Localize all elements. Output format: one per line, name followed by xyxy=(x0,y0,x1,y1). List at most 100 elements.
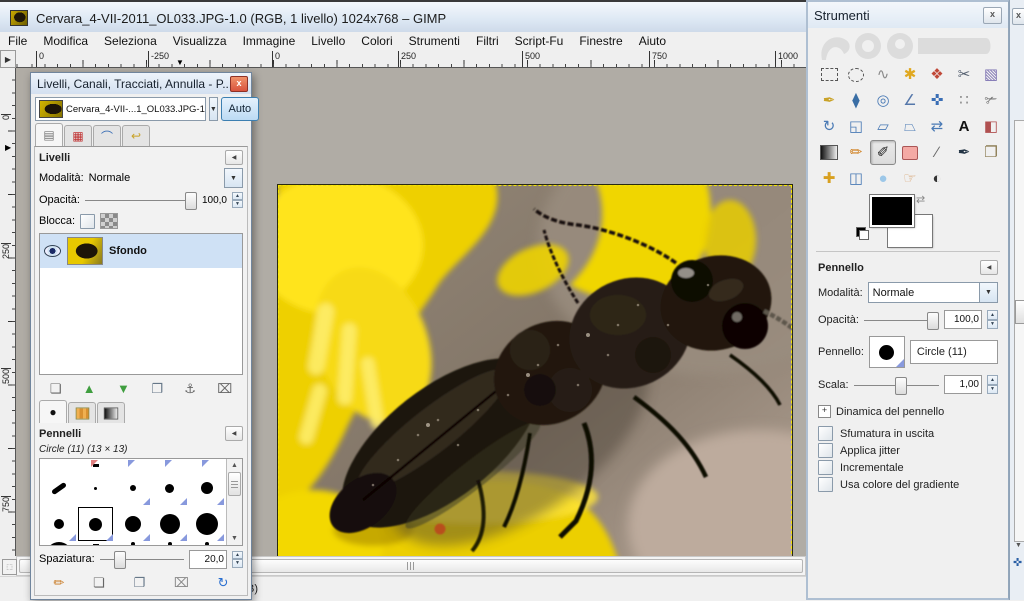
opacity-spinner[interactable]: ▲▼ xyxy=(987,310,998,329)
opacity-slider[interactable] xyxy=(85,192,197,208)
layer-row[interactable]: Sfondo xyxy=(40,234,242,268)
scroll-down-icon[interactable]: ▼ xyxy=(231,532,238,545)
tool-blur-sharpen[interactable]: ● xyxy=(870,166,896,191)
tool-dodge-burn[interactable]: ◐ xyxy=(924,166,950,191)
delete-brush-button[interactable]: ⌧ xyxy=(174,576,189,589)
tool-heal[interactable]: ✚ xyxy=(816,166,842,191)
tool-airbrush[interactable]: ∕ xyxy=(924,140,950,165)
mode-dropdown-icon[interactable]: ▼ xyxy=(224,168,243,188)
horizontal-ruler[interactable]: 0-25002505007501000▼ xyxy=(16,50,806,68)
tool-move[interactable]: ✜ xyxy=(924,88,950,113)
brush-grid-scrollbar[interactable]: ▲ ▼ xyxy=(226,459,242,545)
brush-dynamics-expander[interactable]: Dinamica del pennello xyxy=(836,406,944,418)
panel-menu-icon[interactable]: ◀ xyxy=(225,150,243,165)
menu-item-aiuto[interactable]: Aiuto xyxy=(631,33,674,49)
menu-item-visualizza[interactable]: Visualizza xyxy=(165,33,235,49)
brush-cell[interactable] xyxy=(188,506,225,542)
tool-smudge[interactable]: ☞ xyxy=(897,166,923,191)
tab-pennelli[interactable]: ● xyxy=(39,400,67,423)
swap-colors-icon[interactable]: ⇄ xyxy=(916,193,925,206)
close-icon[interactable]: x xyxy=(230,76,248,92)
duplicate-brush-button[interactable]: ❐ xyxy=(133,576,145,589)
checkbox[interactable] xyxy=(818,426,833,441)
spacing-spinner[interactable]: ▲▼ xyxy=(232,551,243,568)
tool-measure[interactable]: ∠ xyxy=(897,88,923,113)
tool-flip[interactable]: ⇄ xyxy=(924,114,950,139)
tool-ink[interactable]: ✒ xyxy=(951,140,977,165)
scale-slider[interactable] xyxy=(854,377,939,393)
tab-motivi[interactable] xyxy=(68,402,96,423)
opacity-spinner[interactable]: ▲▼ xyxy=(232,192,243,208)
brush-cell[interactable] xyxy=(77,542,114,546)
raise-layer-button[interactable]: ▲ xyxy=(83,382,96,395)
brush-cell[interactable] xyxy=(114,470,151,506)
tool-rotate[interactable]: ↻ xyxy=(816,114,842,139)
brush-cell[interactable] xyxy=(151,470,188,506)
checkbox[interactable] xyxy=(818,460,833,475)
menu-item-finestre[interactable]: Finestre xyxy=(571,33,630,49)
background-scrollbar-thumb[interactable] xyxy=(1015,300,1024,324)
scroll-up-icon[interactable]: ▲ xyxy=(231,459,238,472)
brush-cell[interactable] xyxy=(114,542,151,546)
opacity-value[interactable]: 100,0 xyxy=(944,310,982,329)
opacity-slider[interactable] xyxy=(864,312,939,328)
menu-item-filtri[interactable]: Filtri xyxy=(468,33,507,49)
checkbox[interactable] xyxy=(818,477,833,492)
menu-item-script-fu[interactable]: Script-Fu xyxy=(507,33,572,49)
toolbox-titlebar[interactable]: Strumenti x xyxy=(808,2,1008,28)
lock-checkbox[interactable] xyxy=(80,214,95,229)
brush-cell[interactable] xyxy=(114,459,151,470)
delete-layer-button[interactable]: ⌧ xyxy=(217,382,232,395)
edit-brush-button[interactable]: ✏ xyxy=(53,576,64,589)
tool-rectangle-select[interactable] xyxy=(816,62,842,87)
image-selector-dropdown[interactable]: Cervara_4-VII-...1_OL033.JPG-1 xyxy=(35,97,206,121)
foreground-color-swatch[interactable] xyxy=(870,195,914,227)
brush-cell[interactable] xyxy=(188,470,225,506)
brush-scrollbar-thumb[interactable] xyxy=(228,472,241,496)
tool-free-select[interactable]: ∿ xyxy=(870,62,896,87)
brush-cell[interactable] xyxy=(40,542,77,546)
mode-combo[interactable]: Normale ▼ xyxy=(868,282,998,303)
tab-cronologia-annullamenti[interactable]: ↩ xyxy=(122,125,150,146)
tool-color-picker[interactable]: ⧫ xyxy=(843,88,869,113)
tab-gradienti[interactable] xyxy=(97,402,125,423)
brush-cell[interactable] xyxy=(114,506,151,542)
anchor-layer-button[interactable]: ⚓ xyxy=(184,382,196,395)
menu-item-file[interactable]: File xyxy=(0,33,35,49)
tool-shear[interactable]: ▱ xyxy=(870,114,896,139)
tool-perspective-clone[interactable]: ◫ xyxy=(843,166,869,191)
scale-value[interactable]: 1,00 xyxy=(944,375,982,394)
menu-item-seleziona[interactable]: Seleziona xyxy=(96,33,165,49)
spacing-slider[interactable] xyxy=(100,551,184,567)
tool-ellipse-select[interactable] xyxy=(843,62,869,87)
close-icon[interactable]: x xyxy=(983,7,1002,24)
scale-spinner[interactable]: ▲▼ xyxy=(987,375,998,394)
menu-item-livello[interactable]: Livello xyxy=(303,33,353,49)
tool-perspective[interactable]: ⏢ xyxy=(897,114,923,139)
menu-item-modifica[interactable]: Modifica xyxy=(35,33,96,49)
ruler-menu-button[interactable]: ▶ xyxy=(0,50,16,68)
tool-align[interactable]: ∷ xyxy=(951,88,977,113)
tool-crop[interactable]: ✃ xyxy=(978,88,1004,113)
default-colors-icon[interactable] xyxy=(856,227,869,240)
tool-scale[interactable]: ◱ xyxy=(843,114,869,139)
tool-bucket-fill[interactable]: ◧ xyxy=(978,114,1004,139)
brush-preview-button[interactable] xyxy=(869,336,905,368)
brush-cell-selected[interactable] xyxy=(77,506,114,542)
tab-canali[interactable]: ▦ xyxy=(64,125,92,146)
brush-cell[interactable] xyxy=(40,459,77,470)
image-view[interactable] xyxy=(278,185,792,574)
auto-button[interactable]: Auto xyxy=(221,97,259,121)
lower-layer-button[interactable]: ▼ xyxy=(117,382,130,395)
tool-clone[interactable]: ❐ xyxy=(978,140,1004,165)
close-icon[interactable]: x xyxy=(1012,8,1024,25)
tool-fuzzy-select[interactable]: ✱ xyxy=(897,62,923,87)
duplicate-layer-button[interactable]: ❐ xyxy=(151,382,163,395)
brush-grid[interactable] xyxy=(40,459,226,545)
tool-zoom[interactable]: ◎ xyxy=(870,88,896,113)
brush-cell[interactable] xyxy=(77,459,114,470)
tool-foreground-select[interactable]: ▧ xyxy=(978,62,1004,87)
brush-cell[interactable] xyxy=(77,470,114,506)
tool-paths[interactable]: ✒ xyxy=(816,88,842,113)
tool-text[interactable]: A xyxy=(951,114,977,139)
